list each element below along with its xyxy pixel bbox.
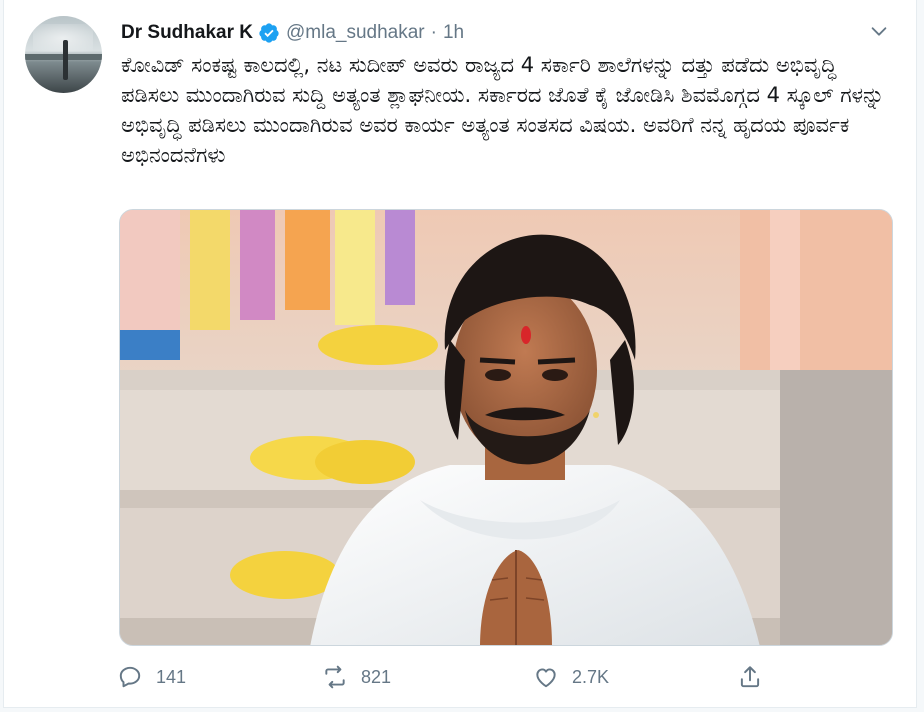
author-name[interactable]: Dr Sudhakar K (121, 22, 253, 44)
share-icon (740, 666, 760, 688)
page-background: Dr Sudhakar K @mla_sudhakar · 1h ಕೋವಿಡ್ … (0, 0, 924, 712)
tweet-text: ಕೋವಿಡ್ ಸಂಕಷ್ಟ ಕಾಲದಲ್ಲಿ, ನಟ ಸುದೀಪ್ ಅವರು ರ… (121, 53, 891, 167)
chevron-down-icon[interactable] (868, 20, 890, 42)
retweet-icon (325, 665, 345, 689)
reply-button[interactable]: 141 (117, 662, 186, 692)
heart-icon (536, 668, 556, 688)
author-handle[interactable]: @mla_sudhakar (286, 22, 425, 44)
separator-dot: · (430, 22, 437, 43)
verified-badge-icon (258, 22, 280, 44)
share-button[interactable] (737, 662, 763, 692)
reply-count: 141 (156, 666, 187, 687)
tweet-header: Dr Sudhakar K @mla_sudhakar · 1h (121, 18, 464, 48)
tweet-card[interactable]: Dr Sudhakar K @mla_sudhakar · 1h ಕೋವಿಡ್ … (3, 0, 917, 708)
like-count: 2.7K (572, 666, 610, 687)
author-avatar[interactable] (25, 16, 102, 93)
tweet-photo[interactable] (119, 209, 893, 646)
tweet-actions: 141 821 2.7K (117, 662, 877, 692)
retweet-button[interactable]: 821 (322, 662, 391, 692)
retweet-count: 821 (361, 666, 392, 687)
avatar-figure (63, 40, 68, 80)
tweet-timestamp[interactable]: 1h (443, 22, 464, 44)
reply-icon (119, 666, 141, 688)
like-button[interactable]: 2.7K (533, 662, 609, 692)
